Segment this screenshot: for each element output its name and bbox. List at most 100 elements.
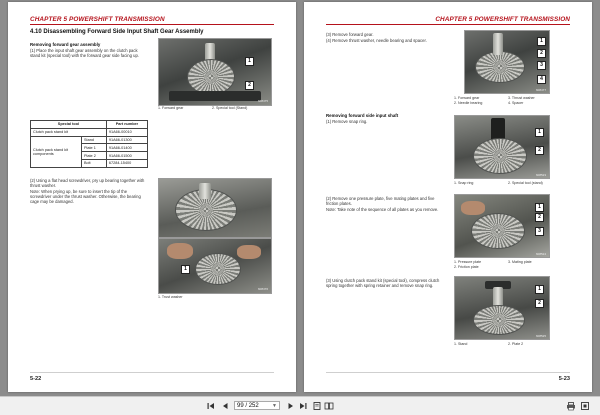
note-text: Note: When prying up, be sure to insert … [30,189,141,204]
caption: 1. Forward gear [454,96,480,100]
step-r2-text: (2) Remove one pressure plate, five mati… [326,196,435,206]
hand [167,243,193,259]
chevron-down-icon: ▼ [272,403,277,409]
caption: 3. Mating plate [508,260,532,264]
callout: 1 [535,285,544,294]
last-page-icon[interactable] [298,401,308,411]
table-row: Clutch pack stand kit 91A66-00010 [30,127,149,137]
table-cell: Plate 1 [81,143,107,153]
page-right: CHAPTER 5 POWERSHIFT TRANSMISSION (3) Re… [304,2,592,392]
table-cell: 67284-15400 [105,158,149,168]
figure-forward-gear: 1 2 608475 [158,38,272,106]
callout: 2 [537,49,546,58]
figure-id: 608475 [257,99,268,103]
gear-part [195,253,241,285]
gear-part [473,138,527,174]
first-page-icon[interactable] [206,401,216,411]
shaft-part [199,183,211,199]
document-viewer[interactable]: CHAPTER 5 POWERSHIFT TRANSMISSION 4.10 D… [0,0,600,396]
callout: 1 [245,57,254,66]
caption: 4. Spacer [508,101,524,105]
figure-id: 608476 [257,287,268,291]
table-cell: 91A66-00010 [105,127,149,137]
current-page: 99 [237,403,244,409]
callout: 2 [535,146,544,155]
step-r3-text: (3) Using clutch pack stand kit (special… [326,278,440,288]
callout: 2 [245,81,254,90]
shaft-part [493,33,503,55]
table-cell: 91A66-01500 [105,151,149,160]
figure-id: 608477 [535,88,546,92]
sub-title: Removing forward gear assembly [30,42,101,47]
step-3-text: (3) Remove forward gear. [326,32,374,37]
sub-title: Removing forward side input shaft [326,113,399,118]
stand-tool [169,91,261,101]
step-2-text: (2) Using a flat head screwdriver, pry u… [30,178,145,188]
gear-part [187,59,235,95]
figure-gear-top [158,178,272,238]
page-number: 5-23 [558,376,570,382]
page-number: 5-22 [30,376,42,382]
figure-snap-ring: 1 2 608523 [454,115,550,179]
gear-part [471,213,525,249]
total-pages: 252 [248,403,259,409]
footer-rule [30,372,274,373]
header-rule [30,24,274,25]
table-header: Part number [105,120,149,129]
caption: 1. Pressure plate [454,260,482,264]
table-cell: Plate 2 [81,151,107,160]
caption: 1. Snap ring [454,181,474,185]
caption: 2. Special tool (Stand) [212,106,248,110]
caption: 2. Friction plate [454,265,479,269]
callout: 3 [535,227,544,236]
step-1-text: (1) Place the input shaft gear assembly … [30,48,139,58]
hand [461,201,485,215]
figure-stand-kit: 1 2 608525 [454,276,550,340]
figure-thrust-washer: 1 608476 [158,238,272,294]
table-cell: Clutch pack stand kit [30,127,107,137]
callout: 1 [537,37,546,46]
callout: 2 [535,299,544,308]
gear-part [475,51,525,83]
shaft-part [493,287,503,307]
section-title: 4.10 Disassembling Forward Side Input Sh… [30,29,204,35]
table-row: Clutch pack stand kit components Stand 9… [30,135,149,168]
caption: 1. Stand [454,342,468,346]
callout: 2 [535,213,544,222]
chapter-header: CHAPTER 5 POWERSHIFT TRANSMISSION [435,16,570,23]
callout: 1 [535,203,544,212]
fullscreen-icon[interactable] [580,401,590,411]
footer-rule [326,372,570,373]
print-icon[interactable] [566,401,576,411]
figure-id: 608525 [535,334,546,338]
gear-part [473,305,525,335]
callout: 4 [537,75,546,84]
figure-id: 608524 [535,252,546,256]
caption: 2. Plate 2 [508,342,524,346]
page-view-icon[interactable] [312,401,322,411]
table-header-row: Special tool Part number [30,120,149,129]
two-page-view-icon[interactable] [324,401,334,411]
page-number-input[interactable]: 99 / 252 ▼ [234,401,280,410]
next-page-icon[interactable] [286,401,296,411]
viewer-toolbar: 99 / 252 ▼ [0,396,600,415]
figure-id: 608523 [535,173,546,177]
table-cell: 91A66-01300 [105,135,149,145]
prev-page-icon[interactable] [220,401,230,411]
callout: 1 [181,265,190,274]
callout: 1 [535,128,544,137]
page-separator: / [245,403,248,409]
table-cell: Stand [81,135,107,145]
special-tool-table: Special tool Part number Clutch pack sta… [30,120,149,168]
figure-forward-gear-removed: 1 2 3 4 608477 [464,30,550,94]
table-cell: Bolt [81,158,107,168]
note-r2-text: Note: Take note of the sequence of all p… [326,207,439,212]
table-cell: 91A66-01400 [105,143,149,153]
page-left: CHAPTER 5 POWERSHIFT TRANSMISSION 4.10 D… [8,2,296,392]
step-r1-text: (1) Remove snap ring. [326,119,368,124]
header-rule [326,24,570,25]
hand [237,245,261,259]
caption: 1. Trust washer [158,295,183,299]
table-header: Special tool [30,120,107,129]
caption: 1. Forward gear [158,106,184,110]
